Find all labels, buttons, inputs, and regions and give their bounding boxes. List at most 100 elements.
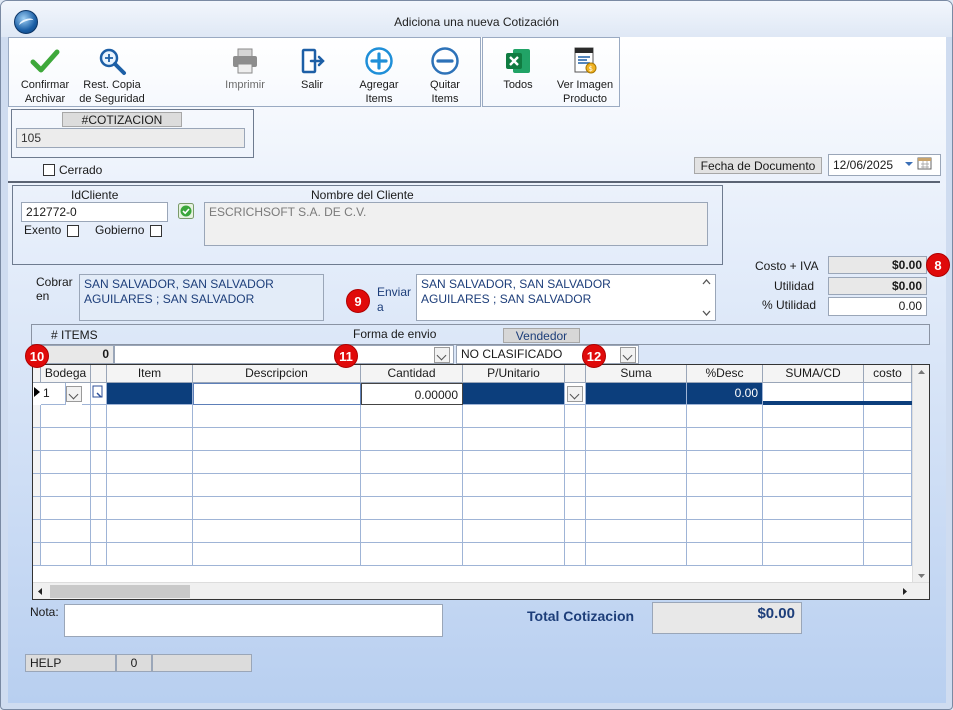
add-items-button[interactable]: Agregar Items [343, 38, 415, 108]
empty-grid-cell[interactable] [91, 428, 107, 451]
calendar-icon[interactable] [903, 157, 937, 171]
col-header-blank-2[interactable] [565, 365, 586, 383]
row1-bodega-dropdown-icon[interactable] [66, 386, 82, 402]
empty-grid-cell[interactable] [586, 520, 687, 543]
export-all-button[interactable]: Todos [482, 38, 554, 108]
empty-grid-cell[interactable] [463, 428, 565, 451]
empty-grid-cell[interactable] [91, 497, 107, 520]
col-header-descripcion[interactable]: Descripcion [193, 365, 361, 383]
col-header-blank[interactable] [91, 365, 107, 383]
empty-grid-cell[interactable] [463, 497, 565, 520]
empty-grid-cell[interactable] [41, 520, 91, 543]
restore-backup-button[interactable]: Rest. Copia de Seguridad [76, 38, 148, 108]
exento-checkbox[interactable] [67, 225, 79, 237]
empty-grid-cell[interactable] [763, 520, 864, 543]
empty-grid-cell[interactable] [91, 451, 107, 474]
row1-bodega[interactable]: 1 [41, 383, 66, 405]
empty-grid-cell[interactable] [565, 520, 586, 543]
cotizacion-number-field[interactable]: 105 [16, 128, 245, 148]
empty-grid-cell[interactable] [864, 428, 912, 451]
empty-grid-cell[interactable] [687, 520, 763, 543]
enviar-scrollbar[interactable] [699, 276, 714, 319]
empty-grid-cell[interactable] [586, 543, 687, 566]
empty-grid-cell[interactable] [193, 428, 361, 451]
empty-grid-cell[interactable] [864, 497, 912, 520]
empty-grid-cell[interactable] [763, 451, 864, 474]
empty-grid-cell[interactable] [565, 451, 586, 474]
empty-grid-cell[interactable] [91, 520, 107, 543]
col-header-suma[interactable]: Suma [586, 365, 687, 383]
empty-grid-cell[interactable] [107, 428, 193, 451]
empty-grid-cell[interactable] [864, 451, 912, 474]
col-header-punitario[interactable]: P/Unitario [463, 365, 565, 383]
row1-item[interactable] [107, 383, 193, 405]
empty-grid-cell[interactable] [763, 497, 864, 520]
row1-unit-dropdown-icon[interactable] [567, 386, 583, 402]
empty-grid-cell[interactable] [107, 474, 193, 497]
empty-grid-cell[interactable] [361, 428, 463, 451]
col-header-desc[interactable]: %Desc [687, 365, 763, 383]
empty-grid-cell[interactable] [41, 474, 91, 497]
empty-grid-cell[interactable] [687, 474, 763, 497]
empty-grid-cell[interactable] [361, 543, 463, 566]
empty-grid-cell[interactable] [361, 520, 463, 543]
empty-grid-cell[interactable] [107, 520, 193, 543]
empty-grid-cell[interactable] [687, 543, 763, 566]
empty-grid-cell[interactable] [565, 474, 586, 497]
empty-grid-cell[interactable] [864, 474, 912, 497]
empty-grid-cell[interactable] [193, 474, 361, 497]
cerrado-checkbox[interactable] [43, 164, 55, 176]
empty-grid-cell[interactable] [107, 497, 193, 520]
vendedor-select[interactable]: NO CLASIFICADO [456, 345, 639, 364]
empty-grid-cell[interactable] [565, 543, 586, 566]
empty-grid-cell[interactable] [586, 428, 687, 451]
col-header-cantidad[interactable]: Cantidad [361, 365, 463, 383]
empty-grid-cell[interactable] [687, 451, 763, 474]
row1-descripcion[interactable] [193, 383, 361, 405]
enviar-address[interactable]: SAN SALVADOR, SAN SALVADOR AGUILARES ; S… [416, 274, 716, 321]
row1-cantidad[interactable]: 0.00000 [361, 383, 463, 405]
empty-grid-cell[interactable] [463, 405, 565, 428]
empty-grid-cell[interactable] [107, 451, 193, 474]
empty-grid-cell[interactable] [33, 543, 41, 566]
empty-grid-cell[interactable] [687, 428, 763, 451]
empty-grid-cell[interactable] [91, 405, 107, 428]
empty-grid-cell[interactable] [193, 520, 361, 543]
empty-grid-cell[interactable] [864, 405, 912, 428]
empty-grid-cell[interactable] [565, 497, 586, 520]
empty-grid-cell[interactable] [41, 543, 91, 566]
empty-grid-cell[interactable] [586, 405, 687, 428]
row1-lookup[interactable] [91, 383, 107, 405]
items-grid[interactable]: Bodega Item Descripcion Cantidad P/Unita… [32, 364, 930, 600]
empty-grid-cell[interactable] [33, 520, 41, 543]
empty-grid-cell[interactable] [361, 405, 463, 428]
empty-grid-cell[interactable] [91, 543, 107, 566]
empty-grid-cell[interactable] [565, 428, 586, 451]
empty-grid-cell[interactable] [193, 543, 361, 566]
empty-grid-cell[interactable] [33, 474, 41, 497]
col-header-bodega[interactable]: Bodega [41, 365, 91, 383]
empty-grid-cell[interactable] [41, 497, 91, 520]
empty-grid-cell[interactable] [33, 405, 41, 428]
row1-punitario[interactable] [463, 383, 565, 405]
col-header-item[interactable]: Item [107, 365, 193, 383]
empty-grid-cell[interactable] [107, 543, 193, 566]
empty-grid-cell[interactable] [33, 497, 41, 520]
row1-desc[interactable]: 0.00 [687, 383, 763, 405]
empty-grid-cell[interactable] [33, 451, 41, 474]
col-header-suma-cd[interactable]: SUMA/CD [763, 365, 864, 383]
empty-grid-cell[interactable] [463, 451, 565, 474]
idcliente-input[interactable]: 212772-0 [21, 202, 168, 222]
gobierno-checkbox[interactable] [150, 225, 162, 237]
empty-grid-cell[interactable] [687, 405, 763, 428]
view-product-image-button[interactable]: $ Ver Imagen Producto [549, 38, 621, 108]
col-header-costo[interactable]: costo [864, 365, 912, 383]
cobrar-address[interactable]: SAN SALVADOR, SAN SALVADOR AGUILARES ; S… [79, 274, 324, 321]
forma-envio-dropdown-icon[interactable] [434, 347, 450, 363]
empty-grid-cell[interactable] [586, 497, 687, 520]
empty-grid-cell[interactable] [687, 497, 763, 520]
confirm-button[interactable]: Confirmar Archivar [9, 38, 81, 108]
empty-grid-cell[interactable] [864, 543, 912, 566]
row1-suma[interactable] [586, 383, 687, 405]
empty-grid-cell[interactable] [193, 451, 361, 474]
